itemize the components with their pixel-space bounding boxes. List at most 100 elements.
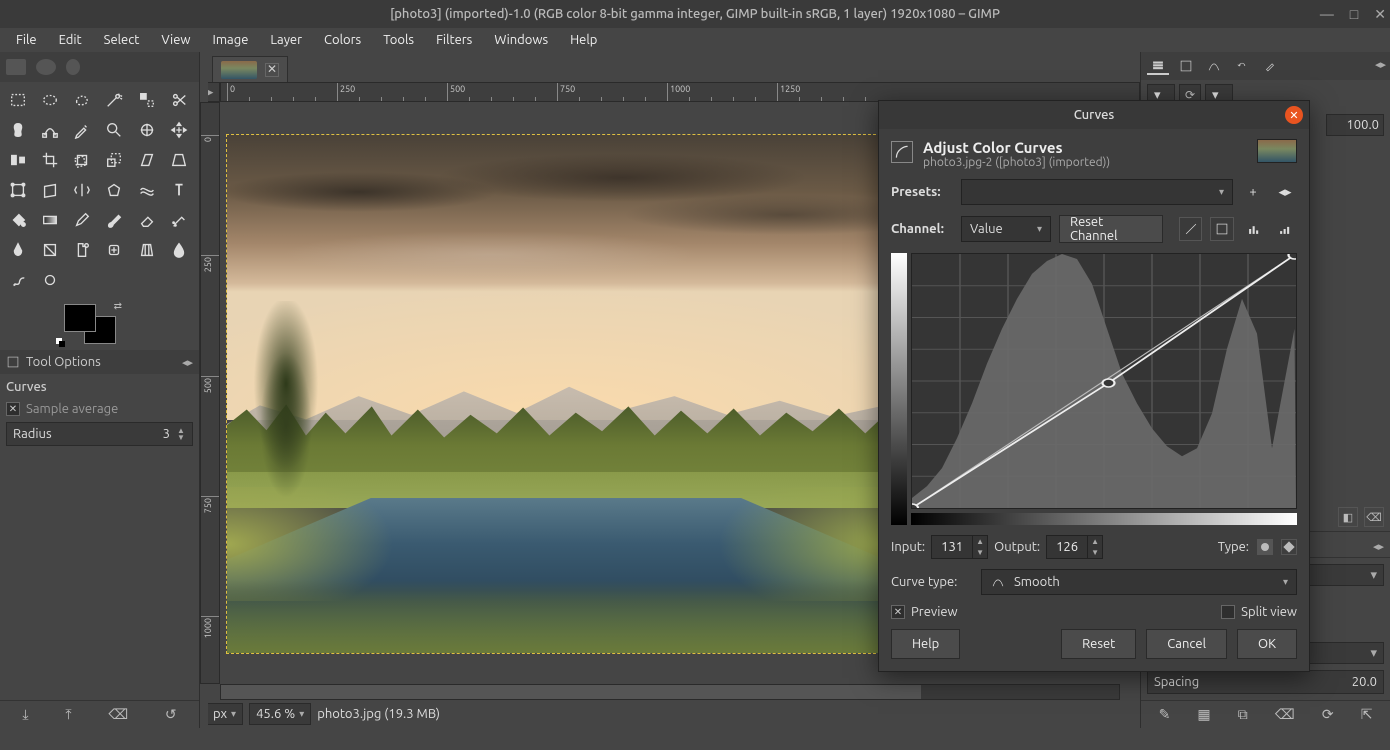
menu-layer[interactable]: Layer	[260, 31, 312, 49]
brush-duplicate-icon[interactable]: ⧉	[1238, 706, 1248, 723]
tool-perspective-clone[interactable]	[133, 238, 161, 262]
brush-refresh-icon[interactable]: ⟳	[1322, 706, 1334, 723]
tool-mypaint-brush[interactable]	[36, 238, 64, 262]
canvas[interactable]	[226, 134, 886, 654]
tool-dodge-burn[interactable]	[36, 268, 64, 292]
tool-align[interactable]	[4, 148, 32, 172]
tab-close-icon[interactable]: ✕	[265, 63, 279, 77]
tool-move[interactable]	[165, 118, 193, 142]
menu-edit[interactable]: Edit	[49, 31, 92, 49]
tool-clone[interactable]	[68, 238, 96, 262]
tool-shear[interactable]	[133, 148, 161, 172]
tool-bucket-fill[interactable]	[4, 208, 32, 232]
histogram-linear-icon[interactable]	[1179, 217, 1203, 241]
input-spinner[interactable]: 131 ▲▼	[931, 535, 988, 559]
paths-tab-icon[interactable]	[1203, 57, 1225, 75]
tool-heal[interactable]	[100, 238, 128, 262]
tool-options-delete-icon[interactable]: ⌫	[108, 706, 128, 723]
tool-cage[interactable]	[100, 178, 128, 202]
radius-slider[interactable]: Radius 3 ▲▼	[6, 422, 193, 446]
brush-edit-icon[interactable]: ✎	[1159, 706, 1171, 723]
tool-airbrush[interactable]	[165, 208, 193, 232]
tool-ink[interactable]	[4, 238, 32, 262]
menu-file[interactable]: File	[6, 31, 47, 49]
tool-paths[interactable]	[36, 118, 64, 142]
reset-button[interactable]: Reset	[1061, 629, 1136, 659]
cancel-button[interactable]: Cancel	[1146, 629, 1227, 659]
ok-button[interactable]: OK	[1237, 629, 1297, 659]
tool-unified-transform[interactable]	[4, 178, 32, 202]
menu-help[interactable]: Help	[560, 31, 607, 49]
undo-history-tab-icon[interactable]	[1231, 57, 1253, 75]
tool-flip[interactable]	[68, 178, 96, 202]
foreground-color-swatch[interactable]	[64, 304, 96, 332]
input-down-icon[interactable]: ▼	[973, 547, 987, 558]
window-minimize-icon[interactable]: —	[1320, 6, 1334, 23]
histogram-linear-toggle-icon[interactable]	[1242, 217, 1266, 241]
opacity-value[interactable]: 100.0	[1326, 114, 1384, 136]
tool-foreground-select[interactable]	[4, 118, 32, 142]
curve-type-dropdown[interactable]: Smooth ▾	[981, 569, 1297, 595]
tool-scissors-select[interactable]	[165, 88, 193, 112]
tool-scale[interactable]	[100, 148, 128, 172]
tool-by-color-select[interactable]	[133, 88, 161, 112]
tool-ellipse-select[interactable]	[36, 88, 64, 112]
tool-rect-select[interactable]	[4, 88, 32, 112]
presets-dropdown[interactable]: ▾	[961, 179, 1233, 205]
layers-tab-icon[interactable]	[1147, 57, 1169, 75]
tool-gradient[interactable]	[36, 208, 64, 232]
color-swatches[interactable]: ⇄	[0, 298, 199, 350]
tool-options-save-icon[interactable]: ⤓	[22, 706, 28, 723]
tool-pencil[interactable]	[68, 208, 96, 232]
output-spinner[interactable]: 126 ▲▼	[1046, 535, 1103, 559]
brush-spacing-slider[interactable]: Spacing 20.0	[1147, 670, 1384, 694]
default-colors-icon[interactable]	[56, 338, 66, 348]
tool-paintbrush[interactable]	[100, 208, 128, 232]
layer-mask-icon[interactable]: ◧	[1338, 507, 1358, 527]
tool-handle-transform[interactable]	[36, 178, 64, 202]
dock-menu-icon[interactable]: ◂▸	[182, 356, 193, 369]
menu-tools[interactable]: Tools	[373, 31, 424, 49]
menu-view[interactable]: View	[151, 31, 200, 49]
histogram-log-toggle-icon[interactable]	[1274, 217, 1298, 241]
window-close-icon[interactable]: ✕	[1374, 6, 1386, 23]
tool-free-select[interactable]	[68, 88, 96, 112]
preset-menu-icon[interactable]: ◂▸	[1273, 180, 1297, 204]
tool-blur-sharpen[interactable]	[165, 238, 193, 262]
dialog-close-icon[interactable]: ✕	[1285, 106, 1303, 124]
tool-perspective[interactable]	[165, 148, 193, 172]
split-view-checkbox[interactable]: Split view	[1221, 605, 1297, 619]
point-type-smooth-icon[interactable]	[1257, 539, 1273, 555]
brush-new-icon[interactable]: ▦	[1197, 706, 1210, 723]
input-up-icon[interactable]: ▲	[973, 536, 987, 547]
ruler-horizontal[interactable]: 025050075010001250	[220, 82, 1140, 102]
ruler-vertical[interactable]: 02505007501000	[200, 102, 220, 684]
curves-graph[interactable]	[911, 253, 1297, 509]
radius-down-icon[interactable]: ▼	[176, 434, 186, 441]
horizontal-scrollbar[interactable]	[220, 684, 1120, 700]
tool-color-picker[interactable]	[68, 118, 96, 142]
menu-image[interactable]: Image	[203, 31, 259, 49]
window-maximize-icon[interactable]: □	[1350, 6, 1358, 23]
tool-measure[interactable]	[133, 118, 161, 142]
tool-warp[interactable]	[133, 178, 161, 202]
tool-options-restore-icon[interactable]: ⤒	[65, 706, 71, 723]
output-down-icon[interactable]: ▼	[1088, 547, 1102, 558]
zoom-dropdown[interactable]: 45.6 % ▾	[249, 703, 311, 725]
menu-filters[interactable]: Filters	[426, 31, 482, 49]
swap-colors-icon[interactable]: ⇄	[114, 300, 122, 312]
dialog-titlebar[interactable]: Curves ✕	[879, 101, 1309, 129]
menu-windows[interactable]: Windows	[484, 31, 558, 49]
channels-tab-icon[interactable]	[1175, 57, 1197, 75]
menu-colors[interactable]: Colors	[314, 31, 371, 49]
layer-delete-icon[interactable]: ⌫	[1364, 507, 1384, 527]
tool-rotate[interactable]	[68, 148, 96, 172]
brush-asfile-icon[interactable]: ⇱	[1361, 706, 1373, 723]
tool-smudge[interactable]	[4, 268, 32, 292]
tool-options-reset-icon[interactable]: ↺	[165, 706, 177, 723]
point-type-corner-icon[interactable]	[1281, 539, 1297, 555]
brush-delete-icon[interactable]: ⌫	[1275, 706, 1295, 723]
reset-channel-button[interactable]: Reset Channel	[1059, 215, 1163, 243]
tool-crop[interactable]	[36, 148, 64, 172]
tool-zoom[interactable]	[100, 118, 128, 142]
